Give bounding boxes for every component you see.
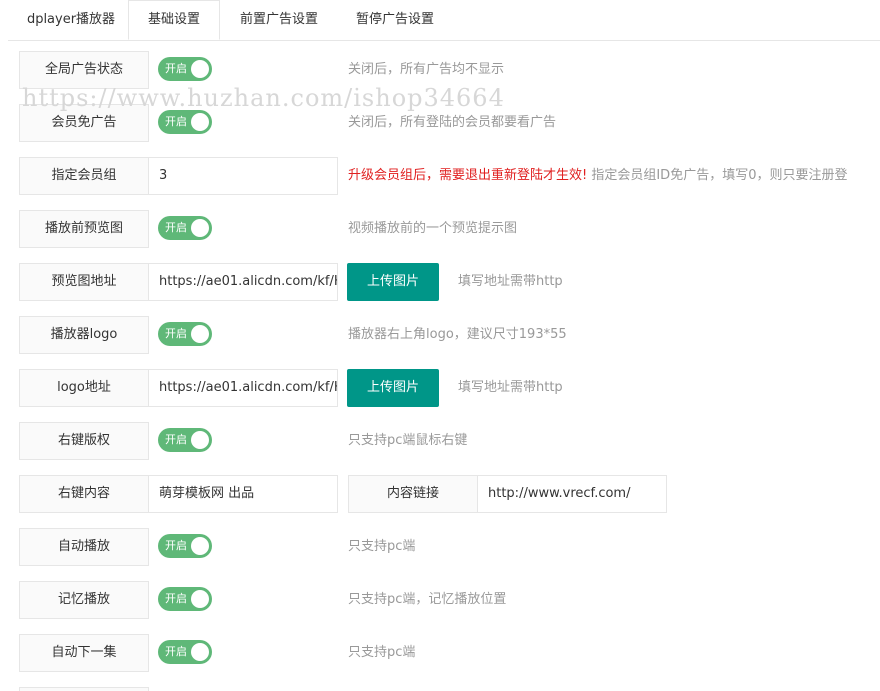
switch-text: 开启 [165,327,187,340]
switch-text: 开启 [165,433,187,446]
preview-before-switch[interactable]: 开启 [158,216,212,240]
auto-next-switch[interactable]: 开启 [158,640,212,664]
switch-knob [191,325,209,343]
right-content-input[interactable]: 萌芽模板网 出品 [148,475,338,513]
switch-knob [191,60,209,78]
next-row-label-partial [19,687,149,691]
member-group-desc: 升级会员组后，需要退出重新登陆才生效! 指定会员组ID免广告，填写0，则只要注册… [348,166,847,186]
content-link-input[interactable]: http://www.vrecf.com/ [477,475,667,513]
player-logo-desc: 播放器右上角logo，建议尺寸193*55 [348,327,567,342]
tab-bar: dplayer播放器 基础设置 前置广告设置 暂停广告设置 [8,0,880,41]
switch-knob [191,590,209,608]
tab-pre-ad-settings[interactable]: 前置广告设置 [222,0,336,40]
preview-url-input[interactable]: https://ae01.alicdn.com/kf/H8 [148,263,338,301]
member-free-label: 会员免广告 [19,104,149,142]
switch-text: 开启 [165,645,187,658]
switch-text: 开启 [165,115,187,128]
memory-play-switch[interactable]: 开启 [158,587,212,611]
preview-before-desc: 视频播放前的一个预览提示图 [348,221,518,236]
switch-text: 开启 [165,539,187,552]
logo-url-label: logo地址 [19,369,149,407]
member-free-switch[interactable]: 开启 [158,110,212,134]
content-link-label: 内容链接 [348,475,478,513]
right-copyright-switch[interactable]: 开启 [158,428,212,452]
member-group-label: 指定会员组 [19,157,149,195]
tab-dplayer[interactable]: dplayer播放器 [14,0,128,40]
member-group-hint: 指定会员组ID免广告，填写0，则只要注册登 [587,168,848,183]
switch-knob [191,643,209,661]
preview-url-hint: 填写地址需带http [458,274,563,289]
autoplay-label: 自动播放 [19,528,149,566]
player-logo-switch[interactable]: 开启 [158,322,212,346]
preview-url-label: 预览图地址 [19,263,149,301]
auto-next-desc: 只支持pc端 [348,645,416,660]
member-group-input[interactable]: 3 [148,157,338,195]
global-ad-switch[interactable]: 开启 [158,57,212,81]
memory-play-desc: 只支持pc端，记忆播放位置 [348,592,507,607]
auto-next-label: 自动下一集 [19,634,149,672]
switch-text: 开启 [165,62,187,75]
logo-url-input[interactable]: https://ae01.alicdn.com/kf/H5 [148,369,338,407]
preview-upload-button[interactable]: 上传图片 [347,263,439,301]
logo-url-hint: 填写地址需带http [458,380,563,395]
player-logo-label: 播放器logo [19,316,149,354]
switch-knob [191,431,209,449]
tab-basic-settings[interactable]: 基础设置 [128,0,220,40]
memory-play-label: 记忆播放 [19,581,149,619]
tab-pause-ad-settings[interactable]: 暂停广告设置 [338,0,452,40]
preview-before-label: 播放前预览图 [19,210,149,248]
member-free-desc: 关闭后，所有登陆的会员都要看广告 [348,115,557,130]
global-ad-desc: 关闭后，所有广告均不显示 [348,62,505,77]
switch-text: 开启 [165,592,187,605]
right-copyright-desc: 只支持pc端鼠标右键 [348,433,468,448]
autoplay-switch[interactable]: 开启 [158,534,212,558]
global-ad-label: 全局广告状态 [19,51,149,89]
right-content-label: 右键内容 [19,475,149,513]
switch-knob [191,219,209,237]
switch-knob [191,537,209,555]
right-copyright-label: 右键版权 [19,422,149,460]
switch-text: 开启 [165,221,187,234]
logo-upload-button[interactable]: 上传图片 [347,369,439,407]
autoplay-desc: 只支持pc端 [348,539,416,554]
switch-knob [191,113,209,131]
member-group-warning: 升级会员组后，需要退出重新登陆才生效! [348,168,588,183]
